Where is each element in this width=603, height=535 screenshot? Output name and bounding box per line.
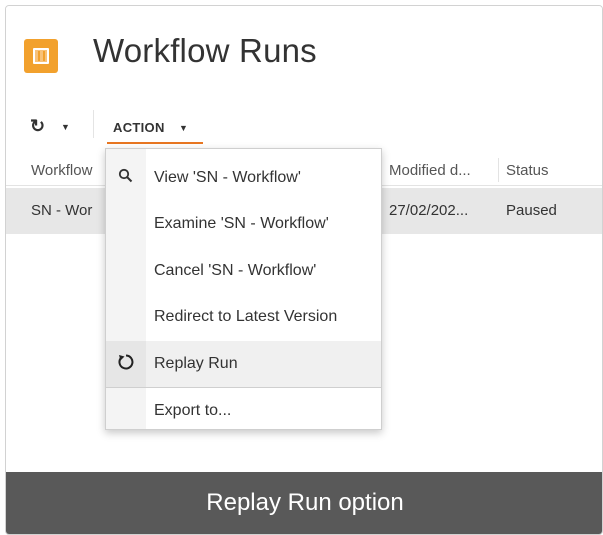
- action-menu-button[interactable]: ACTION ▼: [107, 114, 203, 144]
- action-dropdown-menu: View 'SN - Workflow' Examine 'SN - Workf…: [105, 148, 382, 430]
- column-divider: [498, 158, 499, 182]
- menu-item-cancel[interactable]: Cancel 'SN - Workflow': [106, 248, 381, 294]
- menu-item-label: Redirect to Latest Version: [154, 308, 338, 325]
- refresh-button[interactable]: ↻ ▼: [28, 114, 78, 140]
- menu-item-label: Export to...: [154, 402, 232, 419]
- search-icon: [118, 168, 133, 187]
- cell-workflow: SN - Wor: [31, 202, 93, 219]
- replay-icon: [117, 353, 135, 376]
- chevron-down-icon: ▼: [179, 123, 188, 133]
- menu-item-label: Cancel 'SN - Workflow': [154, 262, 317, 279]
- menu-item-label: Replay Run: [154, 355, 238, 372]
- workflow-runs-page: Workflow Runs ↻ ▼ ACTION ▼ Workflow Modi…: [6, 6, 602, 472]
- refresh-icon: ↻: [30, 116, 46, 136]
- cell-status: Paused: [506, 202, 557, 219]
- toolbar-divider: [93, 110, 94, 138]
- screenshot-frame: Workflow Runs ↻ ▼ ACTION ▼ Workflow Modi…: [5, 5, 603, 535]
- menu-item-examine[interactable]: Examine 'SN - Workflow': [106, 201, 381, 247]
- workflow-app-icon: [24, 39, 58, 73]
- menu-item-export[interactable]: Export to...: [106, 388, 381, 434]
- menu-item-view[interactable]: View 'SN - Workflow': [106, 155, 381, 201]
- caption-text: Replay Run option: [206, 489, 404, 516]
- column-header-status[interactable]: Status: [506, 162, 596, 179]
- column-header-workflow[interactable]: Workflow: [31, 162, 106, 179]
- page-title: Workflow Runs: [93, 32, 317, 69]
- chevron-down-icon: ▼: [61, 122, 70, 132]
- caption-bar: Replay Run option: [6, 472, 602, 534]
- action-button-label: ACTION: [113, 120, 165, 135]
- menu-item-label: View 'SN - Workflow': [154, 169, 301, 186]
- cell-modified: 27/02/202...: [389, 202, 469, 219]
- menu-item-label: Examine 'SN - Workflow': [154, 215, 329, 232]
- menu-item-redirect[interactable]: Redirect to Latest Version: [106, 294, 381, 340]
- column-header-modified[interactable]: Modified d...: [389, 162, 493, 179]
- menu-item-replay-run[interactable]: Replay Run: [106, 341, 381, 387]
